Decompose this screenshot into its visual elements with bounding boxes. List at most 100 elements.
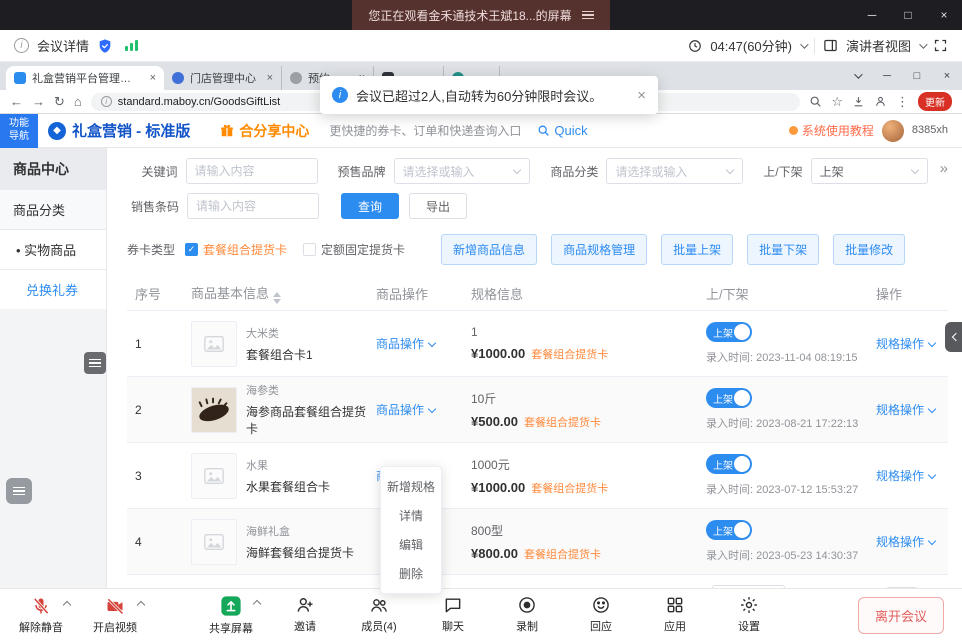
header-spec-info: 规格信息 (471, 284, 706, 303)
timer-icon (688, 39, 702, 53)
window-maximize-button[interactable]: □ (890, 0, 926, 30)
record-button[interactable]: 录制 (504, 595, 550, 636)
app-header: 功能 导航 ◆ 礼盒营销 - 标准版 合分享中心 更快捷的券卡、订单和快递查询入… (0, 114, 962, 148)
barcode-input[interactable] (187, 193, 319, 219)
app-logo: ◆ 礼盒营销 - 标准版 (48, 120, 190, 141)
meeting-details-link[interactable]: 会议详情 (37, 36, 89, 55)
browser-tab[interactable]: 门店管理中心 × (164, 66, 282, 90)
tab-close-icon[interactable]: × (150, 72, 156, 84)
sort-icon[interactable] (273, 292, 281, 304)
brand-select[interactable]: 请选择或输入 (394, 158, 531, 184)
sidebar-item-gift-coupon[interactable]: 兑换礼券 (0, 270, 106, 309)
batch-off-shelf-button[interactable]: 批量下架 (747, 234, 819, 265)
muted-mic-icon (31, 596, 51, 616)
checkbox-fixed-amount-card[interactable] (303, 243, 316, 256)
collapsed-panel-tab[interactable] (945, 322, 962, 352)
view-mode-selector[interactable]: 演讲者视图 (846, 36, 911, 55)
share-options-caret-icon[interactable] (253, 600, 261, 608)
menu-item-edit[interactable]: 编辑 (381, 530, 441, 559)
function-nav-button[interactable]: 功能 导航 (0, 114, 38, 148)
unmute-button[interactable]: 解除静音 (18, 596, 64, 635)
camera-options-caret-icon[interactable] (137, 601, 145, 609)
fullscreen-icon[interactable] (933, 38, 948, 53)
download-icon[interactable] (852, 95, 865, 108)
spec-actions-dropdown[interactable]: 规格操作 (876, 535, 935, 549)
reaction-button[interactable]: 回应 (578, 595, 624, 636)
tab-search-caret-icon[interactable] (842, 70, 872, 82)
floating-menu-handle[interactable] (84, 352, 106, 374)
search-icon[interactable] (809, 95, 822, 108)
checkbox-package-combo-card[interactable] (185, 243, 198, 256)
back-icon[interactable]: ← (10, 95, 23, 108)
mic-options-caret-icon[interactable] (63, 601, 71, 609)
menu-item-detail[interactable]: 详情 (381, 501, 441, 530)
invite-button[interactable]: 邀请 (282, 595, 328, 636)
add-product-button[interactable]: 新增商品信息 (441, 234, 537, 265)
product-actions-dropdown[interactable]: 商品操作 (376, 403, 435, 417)
tutorial-link[interactable]: 系统使用教程 (789, 122, 874, 139)
members-button[interactable]: 成员(4) (356, 595, 402, 636)
shelf-select[interactable]: 上架 (811, 158, 928, 184)
url-text: standard.maboy.cn/GoodsGiftList (118, 96, 280, 108)
meeting-panel-button[interactable] (6, 478, 32, 504)
browser-minimize-button[interactable]: ─ (872, 70, 902, 82)
toast-close-icon[interactable]: × (637, 87, 646, 104)
share-screen-button[interactable]: 共享屏幕 (208, 595, 254, 636)
menu-item-add-spec[interactable]: 新增规格 (381, 472, 441, 501)
settings-button[interactable]: 设置 (726, 595, 772, 636)
shelf-toggle[interactable]: 上架 (706, 454, 752, 474)
chat-button[interactable]: 聊天 (430, 595, 476, 636)
browser-tab-active[interactable]: 礼盒营销平台管理中心 × (6, 66, 164, 90)
category-select[interactable]: 请选择或输入 (606, 158, 743, 184)
entry-time: 录入时间: 2023-05-23 14:30:37 (706, 547, 876, 563)
product-image (191, 387, 237, 433)
shelf-toggle[interactable]: 上架 (706, 520, 752, 540)
profile-icon[interactable] (874, 95, 887, 108)
quick-search-link[interactable]: Quick (537, 123, 587, 138)
row-index: 3 (127, 469, 191, 483)
export-button[interactable]: 导出 (409, 193, 467, 219)
sidebar-item-physical-goods[interactable]: 实物商品 (0, 230, 106, 270)
spec-actions-dropdown[interactable]: 规格操作 (876, 403, 935, 417)
timer-dropdown-caret-icon[interactable] (800, 40, 808, 48)
bookmark-star-icon[interactable]: ☆ (831, 95, 843, 108)
site-info-icon[interactable] (101, 96, 112, 107)
browser-maximize-button[interactable]: □ (902, 70, 932, 82)
banner-menu-icon[interactable] (582, 11, 594, 20)
browser-update-badge[interactable]: 更新 (918, 92, 952, 111)
toast-info-icon (332, 87, 348, 103)
forward-icon[interactable]: → (32, 95, 45, 108)
window-minimize-button[interactable]: ─ (854, 0, 890, 30)
browser-close-button[interactable]: × (932, 70, 962, 82)
shelf-toggle[interactable]: 上架 (706, 388, 752, 408)
browser-menu-icon[interactable]: ⋮ (896, 95, 909, 108)
search-button[interactable]: 查询 (341, 193, 399, 219)
home-icon[interactable]: ⌂ (74, 95, 82, 108)
header-product-info[interactable]: 商品基本信息 (191, 283, 376, 304)
batch-edit-button[interactable]: 批量修改 (833, 234, 905, 265)
tab-close-icon[interactable]: × (267, 72, 273, 84)
product-name: 套餐组合卡1 (246, 346, 313, 363)
spec-actions-dropdown[interactable]: 规格操作 (876, 337, 935, 351)
spec-manage-button[interactable]: 商品规格管理 (551, 234, 647, 265)
network-signal-icon (125, 40, 138, 51)
entry-time: 录入时间: 2023-07-12 15:53:27 (706, 481, 876, 497)
share-center-link[interactable]: 合分享中心 (220, 121, 309, 141)
batch-on-shelf-button[interactable]: 批量上架 (661, 234, 733, 265)
start-video-button[interactable]: 开启视频 (92, 596, 138, 635)
view-dropdown-caret-icon[interactable] (919, 40, 927, 48)
leave-meeting-button[interactable]: 离开会议 (858, 597, 944, 634)
sidebar-item-product-category[interactable]: 商品分类 (0, 190, 106, 230)
window-close-button[interactable]: × (926, 0, 962, 30)
product-actions-dropdown[interactable]: 商品操作 (376, 337, 435, 351)
menu-item-delete[interactable]: 删除 (381, 559, 441, 588)
shelf-toggle[interactable]: 上架 (706, 322, 752, 342)
filter-collapse-button[interactable]: » (940, 160, 948, 177)
apps-button[interactable]: 应用 (652, 595, 698, 636)
reload-icon[interactable]: ↻ (54, 95, 65, 108)
sidebar-section-product-center[interactable]: 商品中心 (0, 148, 106, 190)
user-avatar[interactable] (882, 120, 904, 142)
keyword-input[interactable] (186, 158, 318, 184)
spec-actions-dropdown[interactable]: 规格操作 (876, 469, 935, 483)
invite-icon (295, 595, 315, 615)
